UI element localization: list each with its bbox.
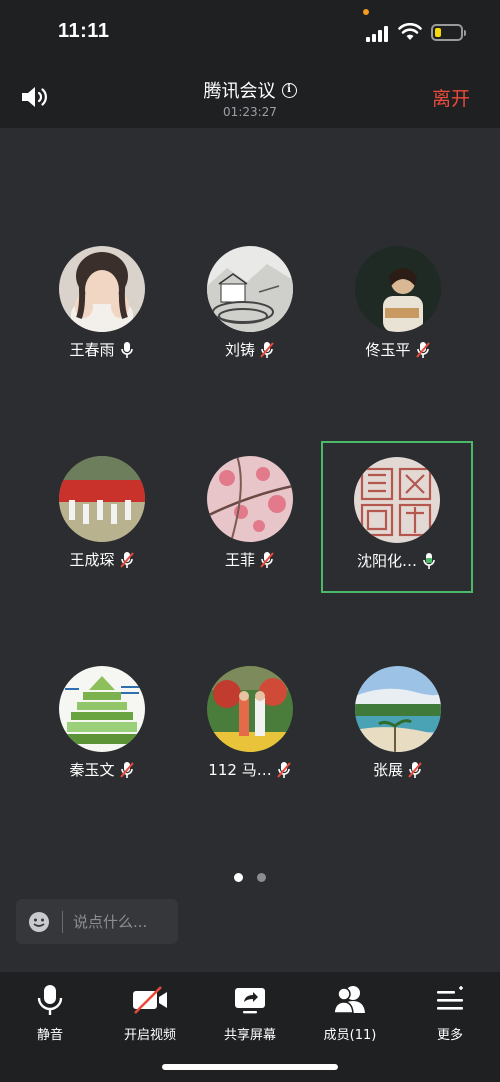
- participant-name: 佟玉平: [365, 341, 411, 359]
- microphone-muted-icon: [415, 341, 430, 358]
- participant-tile[interactable]: 王成琛: [27, 456, 177, 606]
- participant-name: 王菲: [224, 551, 255, 569]
- chat-input[interactable]: 说点什么...: [16, 899, 178, 944]
- meeting-title-row: 腾讯会议 i: [0, 77, 500, 103]
- microphone-on-icon: [120, 341, 133, 358]
- avatar: [355, 666, 441, 752]
- microphone-muted-icon: [260, 551, 274, 568]
- participant-tile[interactable]: 张展: [323, 666, 473, 816]
- avatar: [207, 246, 293, 332]
- chat-divider: [62, 910, 63, 933]
- start-video-label: 开启视频: [123, 1028, 176, 1043]
- share-screen-icon: [235, 988, 265, 1014]
- share-screen-button[interactable]: 共享屏幕: [200, 984, 300, 1043]
- meeting-timer: 01:23:27: [223, 105, 277, 119]
- video-off-icon: [133, 986, 167, 1014]
- microphone-muted-icon: [119, 551, 134, 568]
- microphone-icon: [37, 985, 63, 1015]
- start-video-button[interactable]: 开启视频: [100, 984, 200, 1043]
- home-indicator[interactable]: [162, 1064, 338, 1070]
- mute-button[interactable]: 静音: [0, 984, 100, 1043]
- microphone-speaking-icon: [423, 552, 435, 569]
- share-screen-label: 共享屏幕: [223, 1028, 276, 1043]
- leave-button[interactable]: 离开: [432, 84, 470, 111]
- emoji-icon[interactable]: [28, 911, 50, 933]
- info-icon[interactable]: i: [281, 82, 297, 98]
- microphone-muted-icon: [408, 761, 422, 778]
- status-bar: 11:11: [0, 0, 500, 66]
- mute-label: 静音: [36, 1028, 63, 1043]
- wifi-icon: [398, 23, 422, 40]
- privacy-indicator-dot: [363, 9, 369, 15]
- participant-name: 秦玉文: [69, 761, 115, 779]
- avatar: [207, 666, 293, 752]
- avatar: [59, 456, 145, 542]
- avatar: [59, 246, 145, 332]
- participant-name: 沈阳化…: [356, 552, 417, 570]
- avatar: [355, 246, 441, 332]
- participant-tile[interactable]: 佟玉平: [323, 246, 473, 396]
- participant-name: 王春雨: [69, 341, 115, 359]
- members-label: 成员(11): [323, 1028, 377, 1043]
- page-indicator-dot-1[interactable]: [234, 873, 243, 882]
- status-time: 11:11: [58, 20, 110, 42]
- more-button[interactable]: 更多: [400, 984, 500, 1043]
- chat-placeholder: 说点什么...: [73, 913, 148, 931]
- members-icon: [333, 986, 365, 1014]
- avatar: [59, 666, 145, 752]
- microphone-muted-icon: [119, 761, 134, 778]
- participant-name: 刘铸: [224, 341, 255, 359]
- battery-fill: [435, 28, 441, 37]
- participant-name: 王成琛: [69, 551, 115, 569]
- participant-name: 112 马…: [208, 761, 272, 779]
- participant-tile[interactable]: 刘铸: [175, 246, 325, 396]
- participant-tile-active-speaker[interactable]: 沈阳化…: [321, 441, 473, 593]
- participant-tile[interactable]: 112 马…: [175, 666, 325, 816]
- participant-tile[interactable]: 王春雨: [27, 246, 177, 396]
- avatar: [207, 456, 293, 542]
- battery-icon: [431, 24, 466, 41]
- meeting-title: 腾讯会议: [203, 81, 276, 102]
- participant-tile[interactable]: 王菲: [175, 456, 325, 606]
- meeting-header: 腾讯会议 i 01:23:27 离开: [0, 66, 500, 128]
- participant-tile[interactable]: 秦玉文: [27, 666, 177, 816]
- page-indicator-dot-2[interactable]: [257, 873, 266, 882]
- avatar: [354, 457, 440, 543]
- microphone-muted-icon: [276, 761, 291, 778]
- participant-name: 张展: [372, 761, 403, 779]
- more-menu-icon: [437, 986, 463, 1010]
- more-label: 更多: [436, 1028, 463, 1043]
- members-button[interactable]: 成员(11): [300, 984, 400, 1043]
- cellular-signal-icon: [366, 26, 390, 42]
- microphone-muted-icon: [260, 341, 274, 358]
